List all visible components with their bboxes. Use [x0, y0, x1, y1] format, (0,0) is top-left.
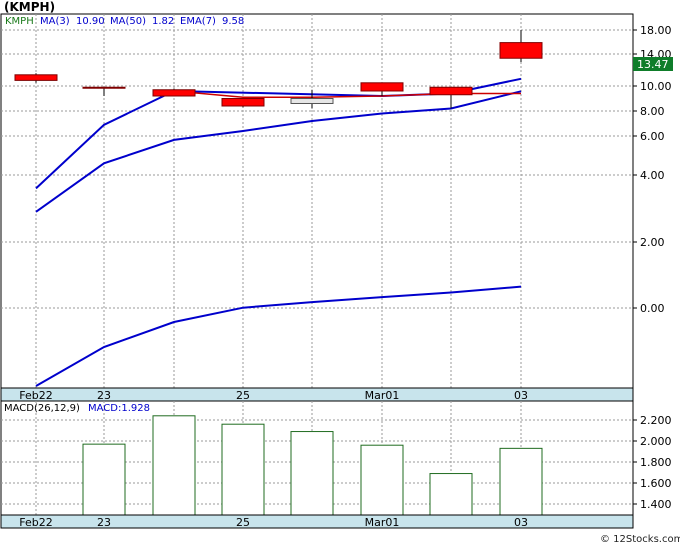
legend-ma3-label: MA(3) [40, 16, 70, 27]
macd-bar [499, 447, 543, 516]
legend-symbol: KMPH [5, 16, 34, 27]
last-price-value: 13.47 [637, 58, 669, 71]
legend-ma3-value: 10.90 [76, 16, 105, 27]
macd-bar [152, 415, 196, 516]
legend-ema7-label: EMA(7) [180, 16, 216, 27]
date-label: Feb22 [19, 389, 52, 402]
watermark: © 12Stocks.com [600, 534, 680, 545]
price-tick-label: 0.00 [640, 302, 665, 315]
legend-ma50-value: 1.82 [152, 16, 174, 27]
date-label: 25 [236, 389, 250, 402]
macd-tick-label: 1.800 [640, 456, 672, 469]
candle-body [82, 86, 126, 89]
macd-y-axis: 2.200 2.000 1.800 1.600 1.400 [633, 414, 672, 511]
macd-bar [221, 423, 265, 516]
candle-body [14, 74, 58, 81]
date-label: 23 [97, 389, 111, 402]
chart-canvas: (KMPH) 18.0014.0010.008.006.004.002.000.… [0, 0, 680, 545]
price-tick-label: 8.00 [640, 105, 665, 118]
price-panel [0, 13, 634, 389]
macd-tick-label: 2.200 [640, 414, 672, 427]
macd-bar [429, 473, 473, 516]
macd-tick-label: 1.600 [640, 477, 672, 490]
legend-ema7-value: 9.58 [222, 16, 244, 27]
date-label: 23 [97, 516, 111, 529]
macd-bar [360, 444, 404, 516]
candle-body [499, 42, 543, 59]
macd-tick-label: 2.000 [640, 435, 672, 448]
macd-tick-label: 1.400 [640, 498, 672, 511]
date-label: Feb22 [19, 516, 52, 529]
indicator-legend: KMPH MA(3) 10.90 MA(50) 1.82 EMA(7) 9.58 [5, 16, 244, 27]
chart-title: (KMPH) [4, 0, 55, 14]
candle-body [152, 89, 196, 97]
legend-ma50-label: MA(50) [110, 16, 146, 27]
price-tick-label: 18.00 [640, 24, 672, 37]
price-tick-label: 6.00 [640, 130, 665, 143]
candle-body [429, 86, 473, 96]
price-tick-label: 4.00 [640, 169, 665, 182]
macd-bar [82, 443, 126, 516]
date-axis-band [0, 387, 634, 402]
candle-body [360, 82, 404, 92]
date-label: Mar01 [365, 389, 400, 402]
price-tick-label: 2.00 [640, 236, 665, 249]
macd-label: MACD(26,12,9) [4, 403, 80, 414]
macd-bar [290, 431, 334, 516]
stock-chart: (KMPH) 18.00 14.00 10.00 8.00 6.00 4.00 2.00 0.… [0, 0, 680, 546]
date-axis-band-bottom [0, 514, 634, 529]
date-label: 25 [236, 516, 250, 529]
candle-body [290, 98, 334, 104]
date-label: 03 [514, 516, 528, 529]
macd-value-label: MACD:1.928 [88, 403, 150, 414]
date-label: Mar01 [365, 516, 400, 529]
price-tick-label: 10.00 [640, 80, 672, 93]
date-label: 03 [514, 389, 528, 402]
candle-body [221, 98, 265, 107]
